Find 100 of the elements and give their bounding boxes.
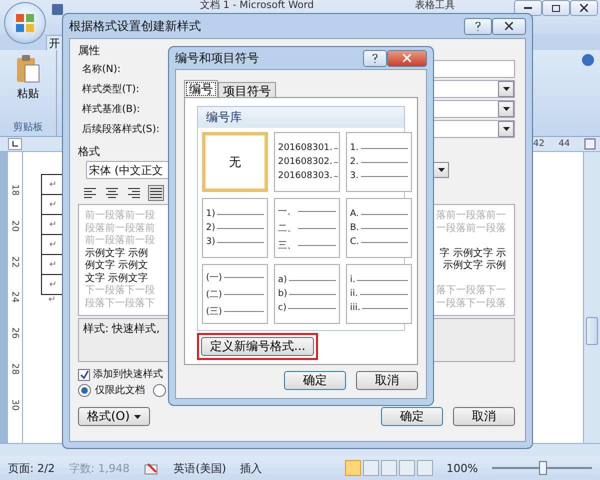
paragraph-mark: ↵	[47, 295, 57, 305]
close-button[interactable]	[570, 0, 598, 16]
numbering-option[interactable]: 201608301. 201608302. 201608303.	[274, 132, 340, 192]
number-marker: ii.	[350, 289, 358, 299]
dialog-title: 编号和项目符号	[175, 50, 259, 66]
number-marker: 2.	[350, 157, 359, 167]
field-label: 后续段落样式(S):	[82, 122, 161, 136]
zoom-level[interactable]: 100%	[446, 462, 478, 474]
maximize-button[interactable]	[542, 0, 570, 16]
close-button[interactable]	[492, 18, 526, 34]
sample-text: 文字 示例文字	[85, 272, 148, 284]
numbering-option[interactable]: 1. 2. 3.	[346, 132, 412, 192]
numbering-option[interactable]: (一) (二) (三)	[202, 264, 268, 324]
section-heading: 格式	[78, 145, 100, 159]
proofing-icon[interactable]	[144, 461, 160, 475]
numbering-option[interactable]: a) b) c)	[274, 264, 340, 324]
align-button[interactable]	[104, 185, 120, 201]
font-select[interactable]: 宋体 (中文正文	[86, 161, 170, 179]
numbering-option[interactable]: 1) 2) 3)	[202, 198, 268, 258]
number-marker: 3)	[206, 237, 216, 247]
tab-stop-icon	[12, 140, 18, 146]
office-button[interactable]	[4, 2, 46, 44]
library-heading: 编号库	[198, 107, 404, 128]
dropdown-button[interactable]	[498, 101, 514, 117]
numbering-option[interactable]: 无	[202, 132, 268, 192]
number-marker: 1)	[206, 209, 216, 219]
number-marker: 3.	[350, 171, 359, 181]
field-label: 样式基准(B):	[82, 102, 142, 116]
paste-button[interactable]: 粘贴	[15, 54, 41, 101]
number-marker: 三、	[278, 240, 296, 252]
sample-text: 示例文字 示例	[442, 260, 506, 272]
radio-label: 仅限此文档	[95, 384, 145, 397]
tab-selector[interactable]	[8, 138, 22, 150]
field-label: 名称(N):	[82, 63, 122, 76]
define-format-button[interactable]: 定义新编号格式...	[201, 337, 314, 356]
align-button[interactable]	[148, 185, 164, 201]
ruler-number: 30	[10, 399, 20, 411]
align-button[interactable]	[126, 185, 142, 201]
group-label: 剪贴板	[13, 120, 43, 135]
number-marker: 1.	[350, 143, 359, 153]
sample-text: 例文字 示例文	[85, 260, 148, 272]
number-marker: b)	[278, 289, 288, 299]
number-marker: i.	[350, 275, 356, 285]
dropdown-arrow-icon	[502, 87, 510, 91]
word-count: 字数: 1,948	[68, 460, 130, 476]
dropdown-button[interactable]	[498, 81, 514, 97]
section-heading: 属性	[78, 44, 100, 58]
dropdown-button[interactable]	[433, 162, 449, 178]
ruler-number: 24	[10, 292, 20, 304]
logo-icon	[15, 13, 35, 33]
radio-button[interactable]	[153, 384, 166, 397]
insert-mode[interactable]: 插入	[240, 460, 262, 476]
page-count: 页面: 2/2	[8, 460, 55, 476]
align-button[interactable]	[82, 185, 98, 201]
sample-text: 示例文字 示例	[85, 248, 148, 260]
number-marker: (二)	[206, 288, 222, 300]
number-marker: 二、	[278, 222, 296, 234]
dropdown-arrow-icon	[502, 127, 510, 131]
ruler-toggle-icon[interactable]	[584, 138, 596, 150]
help-button[interactable]	[464, 18, 492, 34]
number-marker: c)	[278, 303, 286, 313]
numbering-option[interactable]: i. ii. iii.	[346, 264, 412, 324]
numbering-option[interactable]: A. B. C.	[346, 198, 412, 258]
tab[interactable]: 编号	[184, 80, 218, 98]
dropdown-button[interactable]	[498, 121, 514, 137]
cancel-button[interactable]: 取消	[453, 407, 515, 426]
number-marker: 201608303.	[278, 171, 332, 181]
number-marker: 201608302.	[278, 157, 332, 167]
ok-button[interactable]: 确定	[381, 407, 443, 426]
number-marker: (三)	[206, 306, 222, 318]
close-button[interactable]	[387, 50, 427, 66]
ribbon-tab[interactable]: 开	[46, 35, 63, 50]
help-button[interactable]	[363, 50, 387, 66]
preview-text: 前一段落前一段	[85, 235, 155, 248]
number-marker: B.	[350, 223, 360, 233]
format-button[interactable]: 格式(O)	[78, 407, 150, 426]
language[interactable]: 英语(美国)	[174, 460, 226, 476]
number-marker: C.	[350, 237, 360, 247]
dropdown-arrow-icon	[502, 107, 510, 111]
ok-button[interactable]: 确定	[284, 371, 346, 390]
cancel-button[interactable]: 取消	[356, 371, 418, 390]
number-marker: 201608301.	[278, 143, 332, 153]
numbering-option[interactable]: 一、 二、 三、	[274, 198, 340, 258]
preview-text: 一段落下一段落	[436, 298, 506, 310]
context-tab-title: 表格工具	[415, 0, 455, 12]
minimize-button[interactable]	[514, 0, 542, 16]
preview-text: 下一段落下一段	[85, 285, 155, 298]
field-label: 样式类型(T):	[82, 82, 140, 96]
radio-button[interactable]	[78, 384, 91, 397]
tab[interactable]: 项目符号	[218, 82, 276, 98]
ruler-number: 18	[10, 184, 20, 196]
maximize-icon	[552, 4, 560, 12]
number-marker: (一)	[206, 272, 222, 284]
close-icon	[580, 4, 588, 12]
dropdown-arrow-icon	[438, 168, 444, 172]
preview-text: 段落下一段落下	[85, 298, 155, 310]
ruler-number: 42	[533, 139, 545, 149]
vertical-scrollbar[interactable]	[583, 152, 600, 443]
preview-text: 前一段落前一段	[85, 210, 155, 222]
checkbox[interactable]	[78, 368, 90, 380]
